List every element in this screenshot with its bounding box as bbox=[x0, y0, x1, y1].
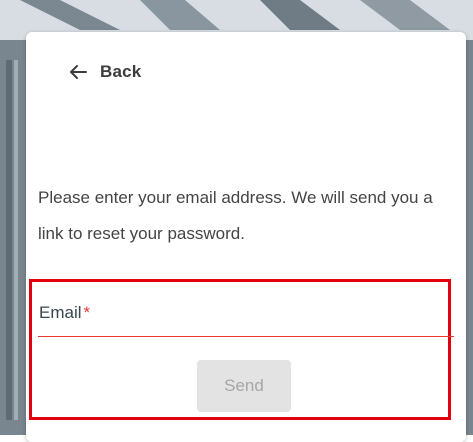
instructions-text: Please enter your email address. We will… bbox=[38, 188, 433, 243]
arrow-left-icon bbox=[70, 65, 87, 79]
back-label: Back bbox=[100, 62, 142, 81]
back-link[interactable]: Back bbox=[66, 60, 141, 84]
send-button[interactable]: Send bbox=[197, 360, 291, 412]
email-field[interactable] bbox=[38, 298, 454, 337]
